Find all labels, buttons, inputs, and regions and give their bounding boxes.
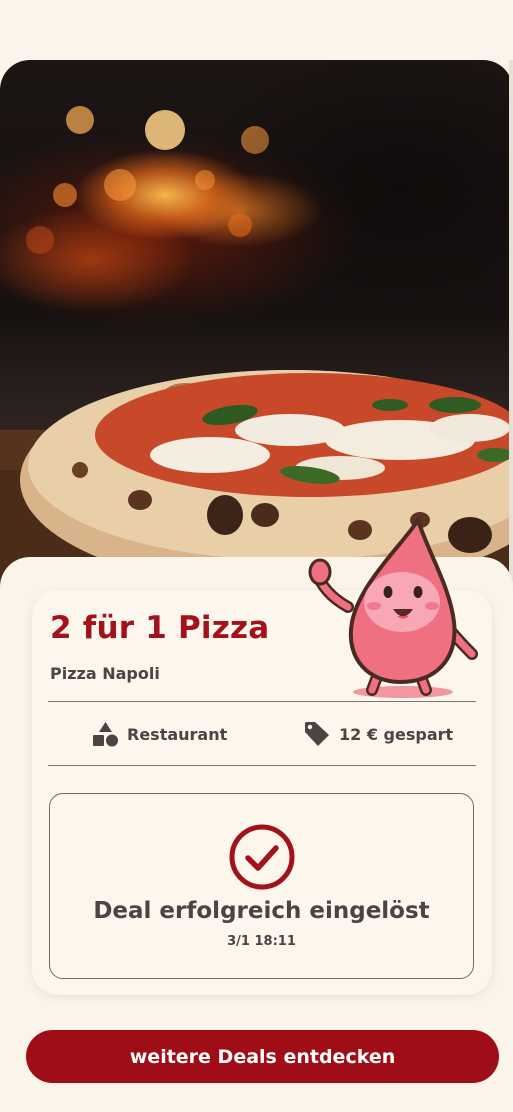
status-message: Deal erfolgreich eingelöst: [93, 898, 430, 924]
category-label: Restaurant: [127, 724, 228, 744]
mascot-illustration: [308, 518, 478, 698]
status-timestamp: 3/1 18:11: [227, 934, 296, 949]
screen: 2 für 1 Pizza Pizza Napoli Restaurant 12…: [0, 0, 513, 1112]
category-info: Restaurant: [92, 719, 227, 749]
vendor-name: Pizza Napoli: [50, 664, 160, 683]
savings-label: 12 € gespart: [339, 724, 454, 744]
savings-info: 12 € gespart: [303, 719, 453, 749]
discover-more-deals-button[interactable]: weitere Deals entdecken: [26, 1030, 499, 1083]
divider: [48, 765, 476, 766]
check-circle-icon: [229, 824, 295, 890]
shapes-icon: [93, 721, 118, 746]
deal-title: 2 für 1 Pizza: [50, 610, 270, 646]
price-tag-icon: [305, 722, 329, 746]
